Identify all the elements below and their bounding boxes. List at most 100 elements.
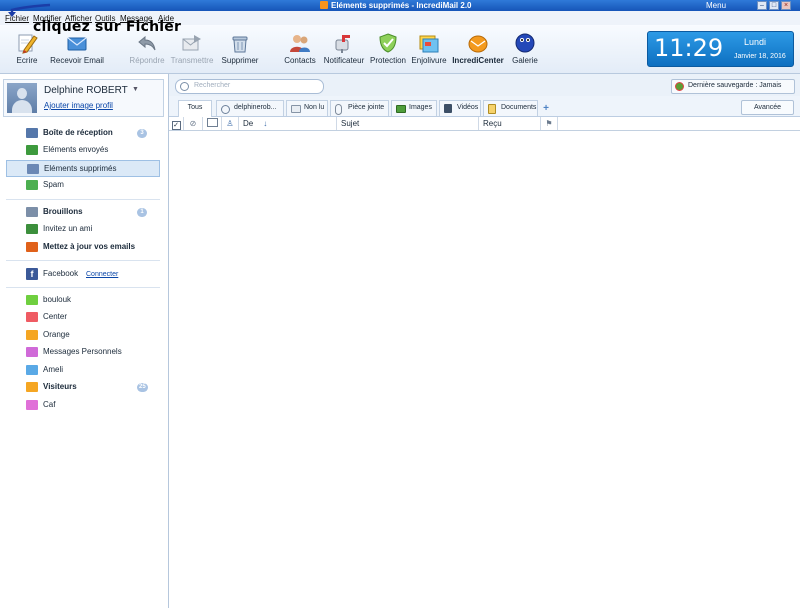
gallery-icon bbox=[515, 33, 535, 53]
message-list[interactable] bbox=[169, 131, 800, 608]
clock-time: 11:29 bbox=[654, 34, 724, 62]
incredicenter-button[interactable]: IncrediCenter bbox=[452, 25, 504, 73]
folder-icon bbox=[26, 312, 38, 322]
unread-count-badge: 3 bbox=[137, 129, 147, 138]
invite-friend-icon bbox=[26, 224, 38, 234]
folder-inbox[interactable]: Boîte de réception 3 bbox=[6, 125, 160, 142]
update-emails-item[interactable]: Mettez à jour vos emails bbox=[6, 239, 160, 256]
contacts-button[interactable]: Contacts bbox=[280, 25, 320, 73]
folder-icon bbox=[26, 347, 38, 357]
trash-icon bbox=[27, 164, 39, 174]
profile-name: Delphine ROBERT bbox=[44, 85, 128, 96]
folder-icon bbox=[26, 330, 38, 340]
folder-icon bbox=[26, 382, 38, 392]
avatar-body-shape bbox=[12, 100, 32, 113]
column-sujet[interactable]: Sujet bbox=[337, 117, 479, 130]
tab-images[interactable]: Images bbox=[391, 100, 437, 116]
paperclip-icon bbox=[335, 104, 342, 115]
sort-down-arrow-icon: ↓ bbox=[263, 119, 268, 128]
folder-boulouk[interactable]: boulouk bbox=[6, 292, 160, 309]
folder-sent[interactable]: Eléments envoyés bbox=[6, 142, 160, 159]
folder-messages-personnels[interactable]: Messages Personnels bbox=[6, 344, 160, 361]
tab-videos[interactable]: Vidéos bbox=[439, 100, 481, 116]
instruction-annotation: cliquez sur Fichier bbox=[33, 19, 182, 35]
stationery-button[interactable]: Enjolivure bbox=[408, 25, 450, 73]
stationery-icon bbox=[419, 35, 439, 53]
facebook-item[interactable]: f Facebook bbox=[6, 266, 160, 283]
minimize-icon[interactable]: – bbox=[757, 1, 767, 10]
incredimail-app-icon bbox=[320, 1, 328, 9]
reply-arrow-icon bbox=[138, 35, 156, 51]
update-emails-icon bbox=[26, 242, 38, 252]
column-recu[interactable]: Reçu bbox=[479, 117, 541, 130]
incredicenter-icon bbox=[468, 35, 488, 53]
notifier-button[interactable]: Notificateur bbox=[320, 25, 368, 73]
backup-icon bbox=[675, 82, 684, 91]
document-icon bbox=[488, 104, 496, 114]
divider bbox=[6, 199, 160, 200]
folder-deleted[interactable]: Eléments supprimés bbox=[6, 160, 160, 177]
invite-friend-item[interactable]: Invitez un ami bbox=[6, 221, 160, 238]
trash-can-icon bbox=[232, 36, 248, 53]
chevron-down-icon[interactable]: ▼ bbox=[132, 86, 139, 93]
folder-caf[interactable]: Caf bbox=[6, 397, 160, 414]
contact-column-icon[interactable]: ♙ bbox=[222, 117, 239, 130]
unread-count-badge: 1 bbox=[137, 208, 147, 217]
folder-icon bbox=[26, 365, 38, 375]
add-tab-icon[interactable]: + bbox=[541, 104, 551, 114]
folder-pane: Delphine ROBERT ▼ Ajouter image profil B… bbox=[0, 74, 169, 608]
close-icon[interactable]: × bbox=[781, 1, 791, 10]
advanced-button[interactable]: Avancée bbox=[741, 100, 794, 115]
folder-visiteurs[interactable]: Visiteurs 25 bbox=[6, 379, 160, 396]
window-menu-button[interactable]: Menu bbox=[706, 0, 726, 11]
tab-non-lu[interactable]: Non lu bbox=[286, 100, 328, 116]
inbox-icon bbox=[26, 128, 38, 138]
contacts-icon bbox=[290, 35, 310, 52]
delete-button[interactable]: Supprimer bbox=[216, 25, 264, 73]
folder-drafts[interactable]: Brouillons 1 bbox=[6, 204, 160, 221]
clock-date: Janvier 18, 2016 bbox=[734, 53, 786, 60]
folder-ameli[interactable]: Ameli bbox=[6, 362, 160, 379]
clock-day: Lundi bbox=[744, 37, 767, 47]
tab-search-delphinerob[interactable]: delphinerob... bbox=[216, 100, 284, 116]
envelope-icon bbox=[67, 37, 87, 51]
facebook-connect-link[interactable]: Connecter bbox=[86, 271, 118, 278]
folder-center[interactable]: Center bbox=[6, 309, 160, 326]
search-input[interactable]: Rechercher bbox=[175, 79, 324, 94]
folder-icon bbox=[26, 295, 38, 305]
attachment-column-icon[interactable]: ⊘ bbox=[184, 117, 203, 130]
tab-tous[interactable]: Tous bbox=[178, 100, 212, 117]
avatar[interactable] bbox=[7, 83, 37, 113]
column-de[interactable]: De ↓ bbox=[239, 117, 337, 130]
tab-documents[interactable]: Documents bbox=[483, 100, 538, 116]
last-backup-button[interactable]: Dernière sauvegarde : Jamais bbox=[671, 79, 795, 94]
folder-icon bbox=[26, 400, 38, 410]
checkbox-check-icon: ✓ bbox=[171, 121, 181, 130]
maximize-icon[interactable]: □ bbox=[769, 1, 779, 10]
drafts-icon bbox=[26, 207, 38, 217]
select-all-checkbox[interactable]: ✓ bbox=[169, 117, 184, 130]
search-icon bbox=[221, 105, 230, 114]
folder-orange[interactable]: Orange bbox=[6, 327, 160, 344]
gallery-button[interactable]: Galerie bbox=[506, 25, 544, 73]
tab-piece-jointe[interactable]: Pièce jointe bbox=[330, 100, 389, 116]
window-title: Eléments supprimés - IncrediMail 2.0 bbox=[320, 0, 472, 11]
read-status-column-icon[interactable] bbox=[203, 117, 222, 130]
sent-icon bbox=[26, 145, 38, 155]
clock-widget: 11:29 Lundi Janvier 18, 2016 bbox=[647, 31, 794, 67]
unread-count-badge: 25 bbox=[137, 383, 148, 392]
pencil-icon bbox=[18, 34, 38, 54]
divider bbox=[6, 287, 160, 288]
add-profile-image-link[interactable]: Ajouter image profil bbox=[44, 101, 113, 110]
column-header: ✓ ⊘ ♙ De ↓ Sujet Reçu ⚑ bbox=[169, 117, 800, 131]
search-icon bbox=[180, 82, 189, 91]
protection-button[interactable]: Protection bbox=[368, 25, 408, 73]
forward-envelope-icon bbox=[182, 35, 201, 51]
video-icon bbox=[444, 104, 452, 113]
filter-tabs: Tous delphinerob... Non lu Pièce jointe … bbox=[169, 96, 800, 117]
folder-spam[interactable]: Spam bbox=[6, 177, 160, 194]
facebook-icon: f bbox=[26, 268, 38, 280]
flag-column-icon[interactable]: ⚑ bbox=[541, 117, 558, 130]
search-bar: Rechercher Dernière sauvegarde : Jamais bbox=[169, 74, 800, 97]
divider bbox=[6, 260, 160, 261]
